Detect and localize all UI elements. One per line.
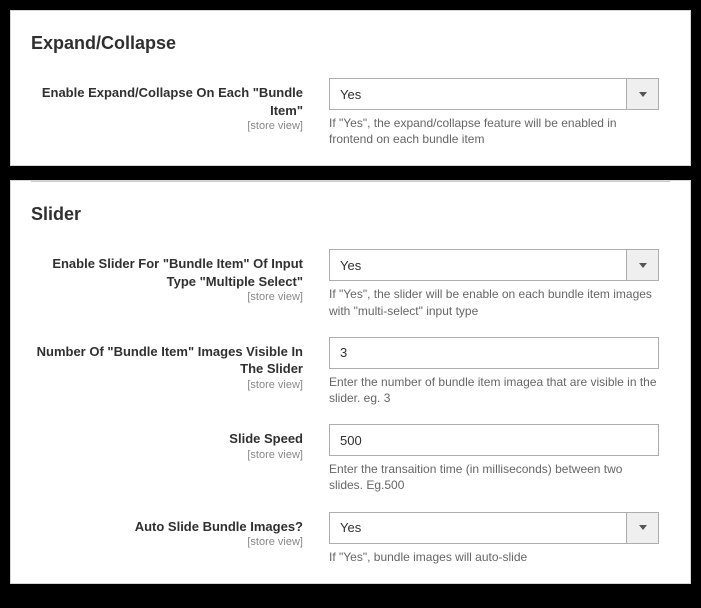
expand-collapse-panel: Expand/Collapse Enable Expand/Collapse O… <box>10 10 691 166</box>
enable-slider-label: Enable Slider For "Bundle Item" Of Input… <box>31 255 303 290</box>
expand-collapse-title: Expand/Collapse <box>11 11 690 78</box>
slider-count-input[interactable] <box>329 337 659 369</box>
auto-slide-scope: [store view] <box>31 536 303 548</box>
enable-expand-scope: [store view] <box>31 120 303 132</box>
slide-speed-row: Slide Speed [store view] Enter the trans… <box>11 424 690 511</box>
auto-slide-label-col: Auto Slide Bundle Images? [store view] <box>31 512 329 565</box>
slider-panel: Slider Enable Slider For "Bundle Item" O… <box>10 180 691 583</box>
enable-slider-row: Enable Slider For "Bundle Item" Of Input… <box>11 249 690 336</box>
slider-count-label: Number Of "Bundle Item" Images Visible I… <box>31 343 303 378</box>
enable-expand-label-col: Enable Expand/Collapse On Each "Bundle I… <box>31 78 329 147</box>
enable-slider-value: Yes <box>330 250 626 280</box>
enable-expand-help: If "Yes", the expand/collapse feature wi… <box>329 115 659 147</box>
caret-down-icon <box>639 92 647 97</box>
enable-expand-label: Enable Expand/Collapse On Each "Bundle I… <box>31 84 303 119</box>
enable-slider-input-col: Yes If "Yes", the slider will be enable … <box>329 249 659 318</box>
enable-expand-input-col: Yes If "Yes", the expand/collapse featur… <box>329 78 659 147</box>
enable-slider-dropdown-button[interactable] <box>626 250 658 280</box>
auto-slide-dropdown-button[interactable] <box>626 513 658 543</box>
slider-count-scope: [store view] <box>31 379 303 391</box>
auto-slide-label: Auto Slide Bundle Images? <box>31 518 303 536</box>
caret-down-icon <box>639 525 647 530</box>
slider-count-help: Enter the number of bundle item imagea t… <box>329 374 659 406</box>
auto-slide-help: If "Yes", bundle images will auto-slide <box>329 549 659 565</box>
enable-slider-scope: [store view] <box>31 291 303 303</box>
slide-speed-help: Enter the transaition time (in milliseco… <box>329 461 659 493</box>
slider-title: Slider <box>11 182 690 249</box>
slide-speed-input[interactable] <box>329 424 659 456</box>
slider-count-row: Number Of "Bundle Item" Images Visible I… <box>11 337 690 424</box>
auto-slide-input-col: Yes If "Yes", bundle images will auto-sl… <box>329 512 659 565</box>
caret-down-icon <box>639 263 647 268</box>
slider-count-input-col: Enter the number of bundle item imagea t… <box>329 337 659 406</box>
enable-expand-row: Enable Expand/Collapse On Each "Bundle I… <box>11 78 690 165</box>
auto-slide-row: Auto Slide Bundle Images? [store view] Y… <box>11 512 690 583</box>
enable-slider-label-col: Enable Slider For "Bundle Item" Of Input… <box>31 249 329 318</box>
slide-speed-scope: [store view] <box>31 449 303 461</box>
enable-expand-select[interactable]: Yes <box>329 78 659 110</box>
enable-expand-value: Yes <box>330 79 626 109</box>
enable-expand-dropdown-button[interactable] <box>626 79 658 109</box>
slider-count-label-col: Number Of "Bundle Item" Images Visible I… <box>31 337 329 406</box>
slide-speed-input-col: Enter the transaition time (in milliseco… <box>329 424 659 493</box>
auto-slide-select[interactable]: Yes <box>329 512 659 544</box>
slide-speed-label-col: Slide Speed [store view] <box>31 424 329 493</box>
auto-slide-value: Yes <box>330 513 626 543</box>
enable-slider-help: If "Yes", the slider will be enable on e… <box>329 286 659 318</box>
slide-speed-label: Slide Speed <box>31 430 303 448</box>
enable-slider-select[interactable]: Yes <box>329 249 659 281</box>
